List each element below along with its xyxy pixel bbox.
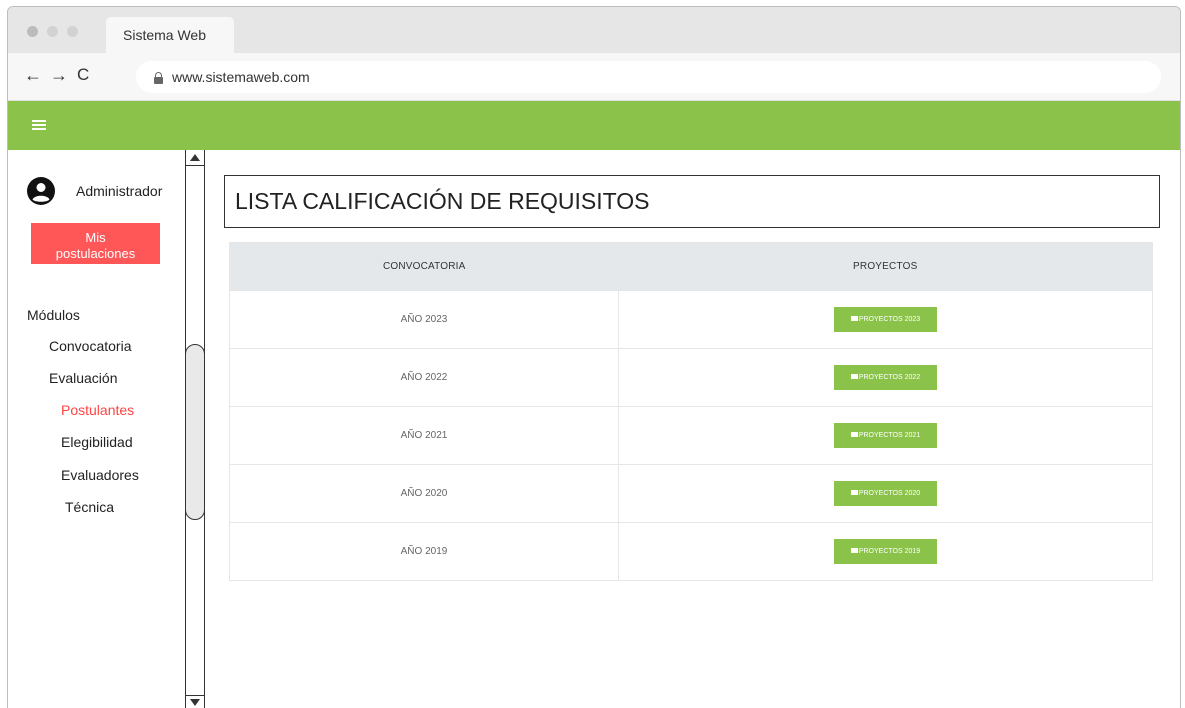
table-icon bbox=[850, 548, 858, 553]
proyectos-button-label: PROYECTOS 2023 bbox=[858, 316, 921, 323]
column-header-proyectos: PROYECTOS bbox=[618, 242, 1153, 291]
proyectos-button[interactable]: PROYECTOS 2023 bbox=[834, 307, 937, 332]
proyectos-button-label: PROYECTOS 2020 bbox=[858, 490, 921, 497]
user-avatar-icon bbox=[27, 177, 55, 205]
table-row: AÑO 2021 PROYECTOS 2021 bbox=[229, 406, 1153, 465]
back-arrow-icon[interactable]: ← bbox=[24, 65, 42, 85]
scrollbar-thumb[interactable] bbox=[185, 344, 205, 520]
forward-arrow-icon[interactable]: → bbox=[50, 65, 68, 85]
proyectos-cell: PROYECTOS 2020 bbox=[618, 464, 1153, 523]
convocatoria-cell: AÑO 2019 bbox=[229, 522, 619, 581]
proyectos-cell: PROYECTOS 2019 bbox=[618, 522, 1153, 581]
table-row: AÑO 2022 PROYECTOS 2022 bbox=[229, 348, 1153, 407]
proyectos-cell: PROYECTOS 2022 bbox=[618, 348, 1153, 407]
address-bar: ← → C www.sistemaweb.com bbox=[8, 53, 1180, 101]
modules-heading: Módulos bbox=[27, 307, 80, 323]
convocatoria-cell: AÑO 2021 bbox=[229, 406, 619, 465]
reload-icon[interactable]: C bbox=[77, 65, 89, 85]
url-field[interactable]: www.sistemaweb.com bbox=[136, 61, 1161, 93]
table-icon bbox=[850, 432, 858, 437]
requirements-table: CONVOCATORIA PROYECTOS AÑO 2023 PROYECTO… bbox=[229, 242, 1153, 581]
sidebar-item-postulantes[interactable]: Postulantes bbox=[61, 402, 134, 418]
table-row: AÑO 2019 PROYECTOS 2019 bbox=[229, 522, 1153, 581]
scroll-down-arrow-icon[interactable] bbox=[186, 695, 204, 708]
table-icon bbox=[850, 316, 858, 321]
convocatoria-cell: AÑO 2022 bbox=[229, 348, 619, 407]
proyectos-button[interactable]: PROYECTOS 2022 bbox=[834, 365, 937, 390]
proyectos-button[interactable]: PROYECTOS 2020 bbox=[834, 481, 937, 506]
sidebar-item-elegibilidad[interactable]: Elegibilidad bbox=[61, 434, 133, 450]
mis-postulaciones-label-line2: postulaciones bbox=[55, 245, 136, 261]
user-name: Administrador bbox=[76, 183, 163, 199]
sidebar-item-tecnica[interactable]: Técnica bbox=[65, 499, 114, 515]
proyectos-cell: PROYECTOS 2023 bbox=[618, 290, 1153, 349]
mis-postulaciones-label-line1: Mis bbox=[85, 229, 106, 245]
scroll-up-arrow-icon[interactable] bbox=[186, 150, 204, 166]
table-icon bbox=[850, 374, 858, 379]
proyectos-cell: PROYECTOS 2021 bbox=[618, 406, 1153, 465]
convocatoria-cell: AÑO 2020 bbox=[229, 464, 619, 523]
table-row: AÑO 2023 PROYECTOS 2023 bbox=[229, 290, 1153, 349]
close-window-dot[interactable] bbox=[27, 26, 38, 37]
proyectos-button[interactable]: PROYECTOS 2019 bbox=[834, 539, 937, 564]
browser-titlebar: Sistema Web bbox=[8, 7, 1180, 53]
maximize-window-dot[interactable] bbox=[67, 26, 78, 37]
proyectos-button[interactable]: PROYECTOS 2021 bbox=[834, 423, 937, 448]
sidebar: Administrador Mis postulaciones Módulos … bbox=[8, 150, 185, 708]
convocatoria-cell: AÑO 2023 bbox=[229, 290, 619, 349]
proyectos-button-label: PROYECTOS 2019 bbox=[858, 548, 921, 555]
minimize-window-dot[interactable] bbox=[47, 26, 58, 37]
page-title: LISTA CALIFICACIÓN DE REQUISITOS bbox=[224, 175, 1160, 228]
browser-window: Sistema Web ← → C www.sistemaweb.com Adm… bbox=[7, 6, 1181, 708]
browser-tab[interactable]: Sistema Web bbox=[106, 17, 234, 53]
url-text: www.sistemaweb.com bbox=[172, 69, 310, 85]
sidebar-item-evaluacion[interactable]: Evaluación bbox=[49, 370, 118, 386]
mis-postulaciones-button[interactable]: Mis postulaciones bbox=[31, 223, 160, 264]
table-header-row: CONVOCATORIA PROYECTOS bbox=[229, 242, 1153, 291]
column-header-convocatoria: CONVOCATORIA bbox=[229, 242, 619, 291]
proyectos-button-label: PROYECTOS 2021 bbox=[858, 432, 921, 439]
table-row: AÑO 2020 PROYECTOS 2020 bbox=[229, 464, 1153, 523]
lock-icon bbox=[154, 72, 163, 84]
sidebar-item-evaluadores[interactable]: Evaluadores bbox=[61, 467, 139, 483]
proyectos-button-label: PROYECTOS 2022 bbox=[858, 374, 921, 381]
sidebar-item-convocatoria[interactable]: Convocatoria bbox=[49, 338, 132, 354]
table-icon bbox=[850, 490, 858, 495]
sidebar-scrollbar[interactable] bbox=[185, 150, 205, 708]
hamburger-menu-icon[interactable] bbox=[32, 119, 46, 131]
top-app-bar bbox=[8, 101, 1180, 150]
